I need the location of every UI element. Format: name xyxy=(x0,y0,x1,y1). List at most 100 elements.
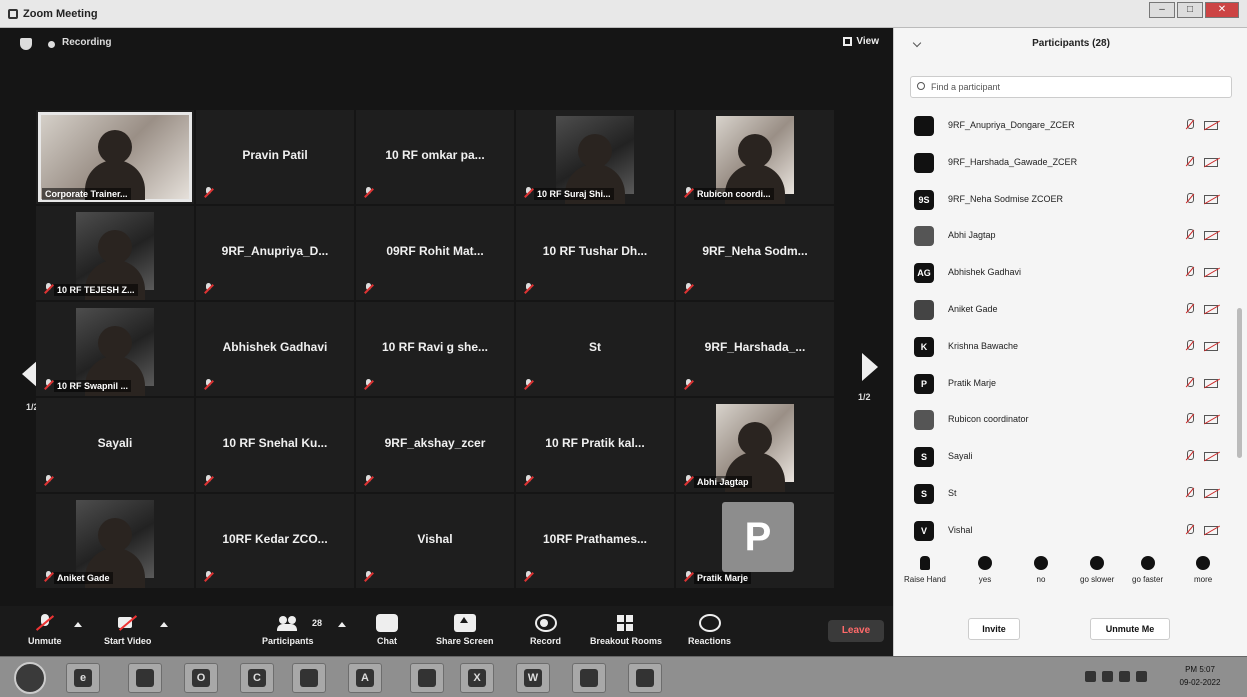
participant-row[interactable]: Rubicon coordinator xyxy=(912,402,1232,439)
video-tile[interactable]: 09RF Rohit Mat... xyxy=(356,206,514,300)
participant-row[interactable]: Abhi Jagtap xyxy=(912,218,1232,255)
video-tile[interactable]: Corporate Trainer... xyxy=(36,110,194,204)
taskbar-app[interactable]: A xyxy=(348,663,382,693)
participant-name: Aniket Gade xyxy=(54,572,113,584)
video-tile[interactable]: Abhi Jagtap xyxy=(676,398,834,492)
video-tile[interactable]: 10RF Prathames... xyxy=(516,494,674,588)
muted-mic-icon[interactable] xyxy=(1184,302,1194,315)
yes-button[interactable]: yes xyxy=(978,556,992,584)
muted-mic-icon[interactable] xyxy=(1184,339,1194,352)
video-tile[interactable]: 10RF Kedar ZCO... xyxy=(196,494,354,588)
breakout-rooms-button[interactable]: Breakout Rooms xyxy=(590,614,662,646)
participant-name: 10 RF Pratik kal... xyxy=(545,436,645,450)
next-page-arrow-icon[interactable] xyxy=(862,353,878,381)
view-button[interactable]: View xyxy=(843,36,879,47)
taskbar-app[interactable] xyxy=(128,663,162,693)
video-tile[interactable]: Aniket Gade xyxy=(36,494,194,588)
video-tile[interactable]: Vishal xyxy=(356,494,514,588)
maximize-button[interactable]: □ xyxy=(1177,2,1203,18)
chat-button[interactable]: Chat xyxy=(376,614,398,646)
participant-name: Abhi Jagtap xyxy=(694,476,752,488)
more-button[interactable]: more xyxy=(1194,556,1212,584)
go-slower-button[interactable]: go slower xyxy=(1080,556,1114,584)
video-tile[interactable]: St xyxy=(516,302,674,396)
audio-options-caret-icon[interactable] xyxy=(74,622,82,627)
video-tile[interactable]: 10 RF Tushar Dh... xyxy=(516,206,674,300)
network-icon[interactable] xyxy=(1119,671,1130,682)
unmute-button[interactable]: Unmute xyxy=(28,614,62,646)
video-tile[interactable]: Abhishek Gadhavi xyxy=(196,302,354,396)
participant-row[interactable]: 9S 9RF_Neha Sodmise ZCOER xyxy=(912,182,1232,219)
taskbar-app[interactable]: C xyxy=(240,663,274,693)
close-button[interactable]: ✕ xyxy=(1205,2,1239,18)
start-video-button[interactable]: Start Video xyxy=(104,614,151,646)
unmute-me-button[interactable]: Unmute Me xyxy=(1090,618,1170,640)
participant-name: 10 RF omkar pa... xyxy=(385,148,485,162)
raise-hand-button[interactable]: Raise Hand xyxy=(904,556,946,584)
muted-mic-icon[interactable] xyxy=(1184,486,1194,499)
muted-mic-icon[interactable] xyxy=(1184,266,1194,278)
video-tile[interactable]: 9RF_Harshada_... xyxy=(676,302,834,396)
system-clock[interactable]: PM 5:07 09-02-2022 xyxy=(1170,663,1230,689)
video-tile[interactable]: Pravin Patil xyxy=(196,110,354,204)
shield-icon[interactable] xyxy=(20,38,32,50)
muted-mic-icon[interactable] xyxy=(1184,155,1194,168)
taskbar-app[interactable] xyxy=(292,663,326,693)
video-tile[interactable]: 10 RF omkar pa... xyxy=(356,110,514,204)
leave-button[interactable]: Leave xyxy=(828,620,884,642)
video-tile[interactable]: 10 RF Swapnil ... xyxy=(36,302,194,396)
participant-search-input[interactable]: Find a participant xyxy=(910,76,1232,98)
taskbar-app[interactable]: O xyxy=(184,663,218,693)
share-screen-button[interactable]: Share Screen xyxy=(436,614,494,646)
start-button[interactable] xyxy=(14,662,46,694)
video-tile[interactable]: 10 RF Ravi g she... xyxy=(356,302,514,396)
participant-row[interactable]: S St xyxy=(912,476,1232,513)
video-options-caret-icon[interactable] xyxy=(160,622,168,627)
muted-mic-icon[interactable] xyxy=(1184,523,1194,536)
participants-options-caret-icon[interactable] xyxy=(338,622,346,627)
muted-mic-icon[interactable] xyxy=(1184,192,1194,205)
record-button[interactable]: Record xyxy=(530,614,561,646)
video-tile[interactable]: 10 RF Suraj Shi... xyxy=(516,110,674,204)
video-tile[interactable]: 10 RF Snehal Ku... xyxy=(196,398,354,492)
participant-row[interactable]: 9RF_Harshada_Gawade_ZCER xyxy=(912,145,1232,182)
no-button[interactable]: no xyxy=(1034,556,1048,584)
muted-mic-icon[interactable] xyxy=(1184,119,1194,131)
muted-mic-icon xyxy=(204,571,213,582)
muted-mic-icon[interactable] xyxy=(1184,229,1194,241)
muted-mic-icon[interactable] xyxy=(1184,376,1194,389)
volume-icon[interactable] xyxy=(1136,671,1147,682)
invite-button[interactable]: Invite xyxy=(968,618,1020,640)
taskbar-app[interactable] xyxy=(572,663,606,693)
video-tile[interactable]: 9RF_Anupriya_D... xyxy=(196,206,354,300)
participant-row[interactable]: S Sayali xyxy=(912,439,1232,476)
participants-button[interactable]: Participants xyxy=(262,614,314,646)
participant-avatar: K xyxy=(914,336,934,357)
taskbar-app[interactable]: e xyxy=(66,663,100,693)
participant-row[interactable]: 9RF_Anupriya_Dongare_ZCER xyxy=(912,108,1232,145)
participant-row[interactable]: K Krishna Bawache xyxy=(912,329,1232,366)
video-tile[interactable]: 10 RF TEJESH Z... xyxy=(36,206,194,300)
participant-row[interactable]: Aniket Gade xyxy=(912,292,1232,329)
muted-mic-icon[interactable] xyxy=(1184,413,1194,425)
participant-row[interactable]: AG Abhishek Gadhavi xyxy=(912,255,1232,292)
video-tile[interactable]: 9RF_akshay_zcer xyxy=(356,398,514,492)
tray-icon[interactable] xyxy=(1102,671,1113,682)
participant-list-scrollbar[interactable] xyxy=(1237,308,1242,458)
minimize-button[interactable]: – xyxy=(1149,2,1175,18)
taskbar-app[interactable] xyxy=(410,663,444,693)
reactions-button[interactable]: Reactions xyxy=(688,614,731,646)
participant-row[interactable]: V Vishal xyxy=(912,513,1232,550)
video-tile[interactable]: 9RF_Neha Sodm... xyxy=(676,206,834,300)
video-tile[interactable]: Sayali xyxy=(36,398,194,492)
muted-mic-icon[interactable] xyxy=(1184,450,1194,462)
go-faster-button[interactable]: go faster xyxy=(1132,556,1163,584)
video-tile[interactable]: P Pratik Marje xyxy=(676,494,834,588)
video-tile[interactable]: 10 RF Pratik kal... xyxy=(516,398,674,492)
taskbar-app[interactable]: X xyxy=(460,663,494,693)
tray-icon[interactable] xyxy=(1085,671,1096,682)
taskbar-app[interactable] xyxy=(628,663,662,693)
participant-row[interactable]: P Pratik Marje xyxy=(912,366,1232,403)
video-tile[interactable]: Rubicon coordi... xyxy=(676,110,834,204)
taskbar-app[interactable]: W xyxy=(516,663,550,693)
